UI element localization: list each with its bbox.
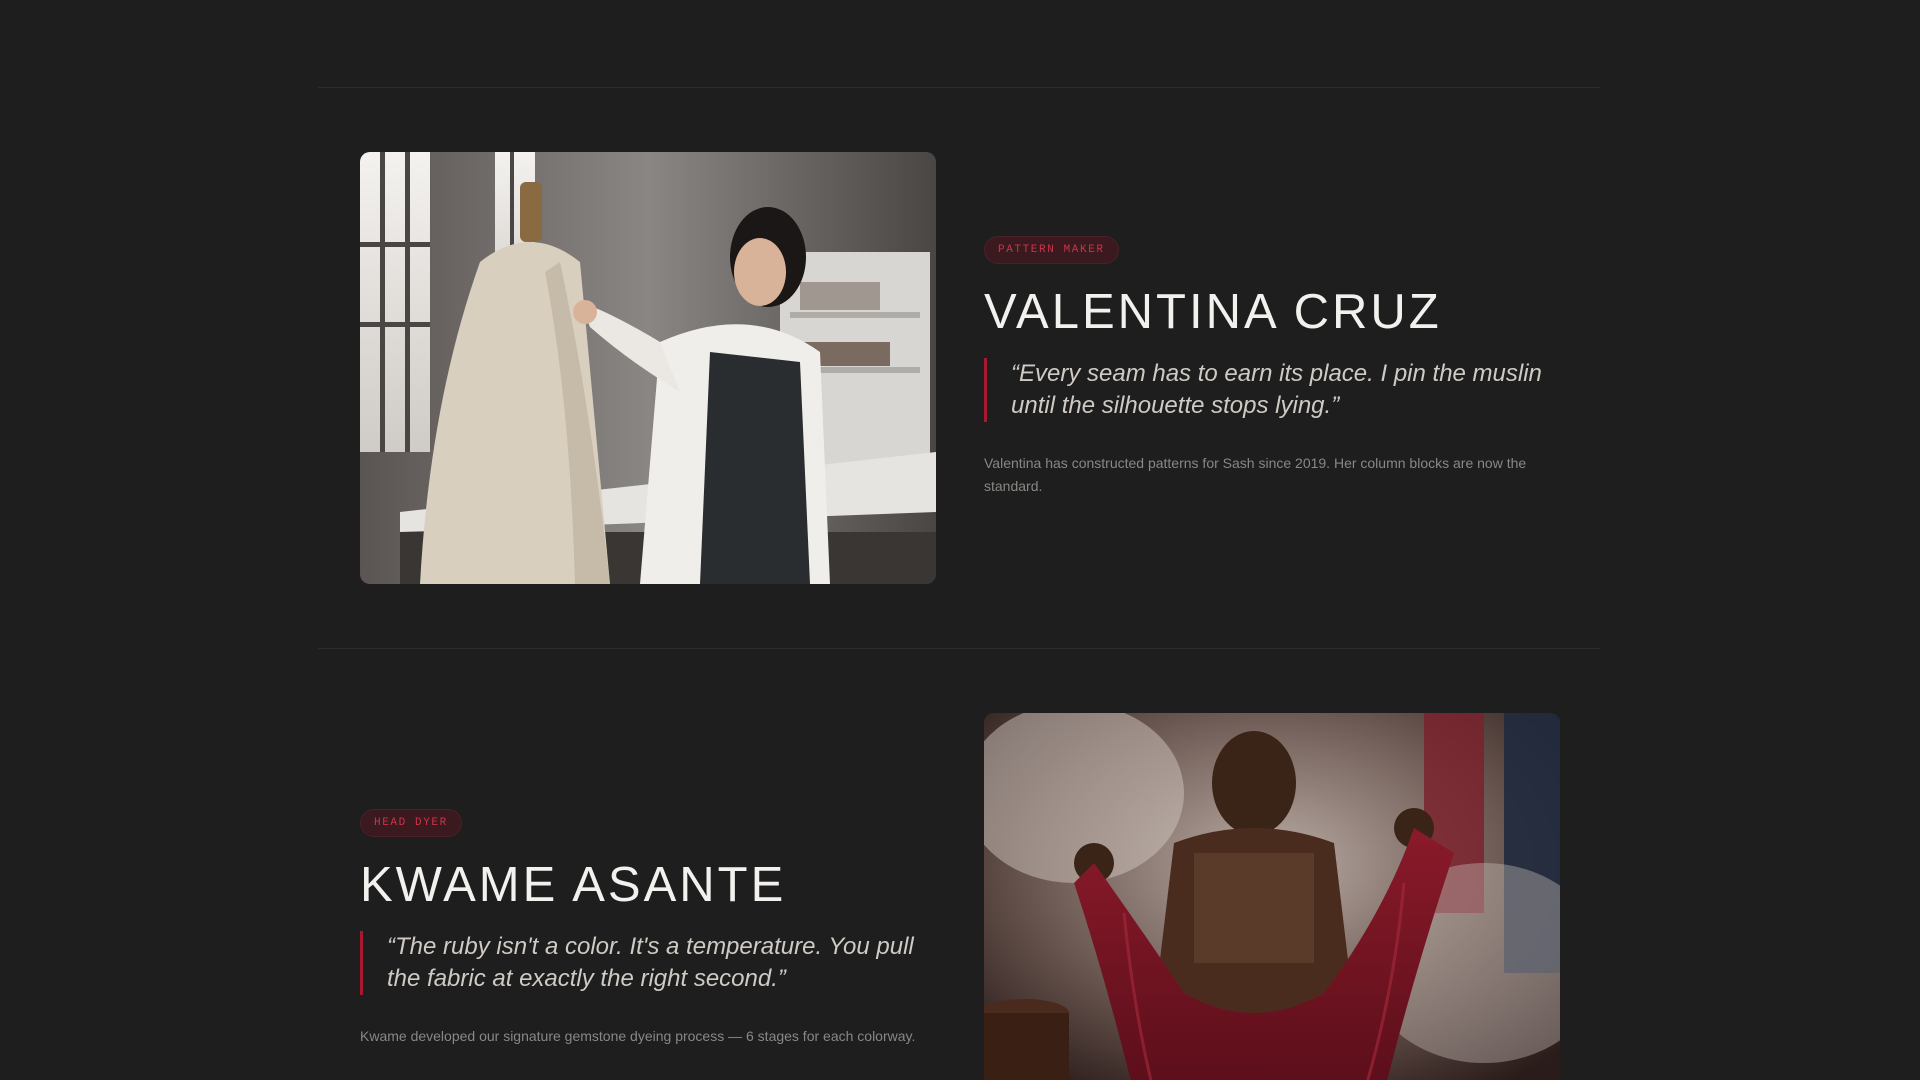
team-page: PATTERN MAKER VALENTINA CRUZ “Every seam… bbox=[0, 0, 1920, 1080]
team-member-photo bbox=[984, 713, 1560, 1080]
member-quote: “Every seam has to earn its place. I pin… bbox=[984, 358, 1560, 422]
member-bio: Valentina has constructed patterns for S… bbox=[984, 455, 1527, 494]
member-name: KWAME ASANTE bbox=[360, 858, 787, 912]
role-badge: PATTERN MAKER bbox=[984, 236, 1119, 264]
member-name: VALENTINA CRUZ bbox=[984, 285, 1442, 339]
member-quote: “The ruby isn't a color. It's a temperat… bbox=[360, 931, 936, 995]
pattern-maker-photo-icon bbox=[360, 152, 936, 584]
role-badge: HEAD DYER bbox=[360, 809, 462, 837]
team-member-photo bbox=[360, 152, 936, 584]
member-bio: Kwame developed our signature gemstone d… bbox=[360, 1028, 916, 1044]
section-divider bbox=[318, 87, 1600, 88]
dyer-photo-icon bbox=[984, 713, 1560, 1080]
team-member-info: HEAD DYER KWAME ASANTE “The ruby isn't a… bbox=[360, 809, 936, 1048]
team-member-info: PATTERN MAKER VALENTINA CRUZ “Every seam… bbox=[984, 236, 1560, 498]
section-divider bbox=[318, 648, 1600, 649]
